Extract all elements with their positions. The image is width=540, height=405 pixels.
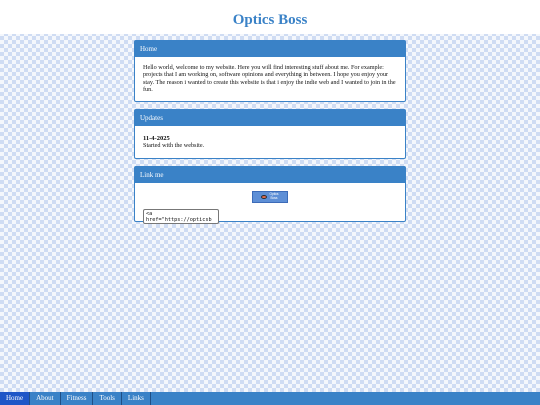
site-header: Optics Boss	[0, 0, 540, 34]
embed-code-box[interactable]: <a href="https://opticsb	[143, 209, 219, 224]
home-panel-text: Hello world, welcome to my website. Here…	[143, 64, 396, 93]
update-text: Started with the website.	[143, 142, 205, 150]
nav-item-links[interactable]: Links	[122, 392, 151, 405]
link-me-body: Optics Boss <a href="https://opticsb	[135, 183, 405, 224]
site-link-button[interactable]: Optics Boss	[252, 191, 288, 203]
home-panel-heading: Home	[135, 41, 405, 57]
updates-panel: Updates 11-4-2025 Started with the websi…	[134, 109, 406, 159]
nav-item-fitness[interactable]: Fitness	[61, 392, 94, 405]
site-link-button-label: Optics Boss	[269, 193, 278, 200]
link-me-panel-heading: Link me	[135, 167, 405, 183]
link-me-panel: Link me Optics Boss <a href="https://opt…	[134, 166, 406, 224]
home-panel: Home Hello world, welcome to my website.…	[134, 40, 406, 102]
bottom-navbar: Home About Fitness Tools Links	[0, 392, 540, 405]
site-title: Optics Boss	[232, 12, 308, 28]
main-content: Home Hello world, welcome to my website.…	[134, 40, 406, 229]
eye-icon	[261, 195, 268, 199]
update-date: 11-4-2025	[143, 135, 170, 142]
site-link-button-line2: Boss	[270, 196, 278, 200]
nav-item-home[interactable]: Home	[0, 392, 31, 405]
updates-panel-heading: Updates	[135, 110, 405, 126]
nav-item-about[interactable]: About	[30, 392, 61, 405]
nav-item-tools[interactable]: Tools	[93, 392, 122, 405]
update-entry: 11-4-2025 Started with the website.	[135, 126, 405, 158]
